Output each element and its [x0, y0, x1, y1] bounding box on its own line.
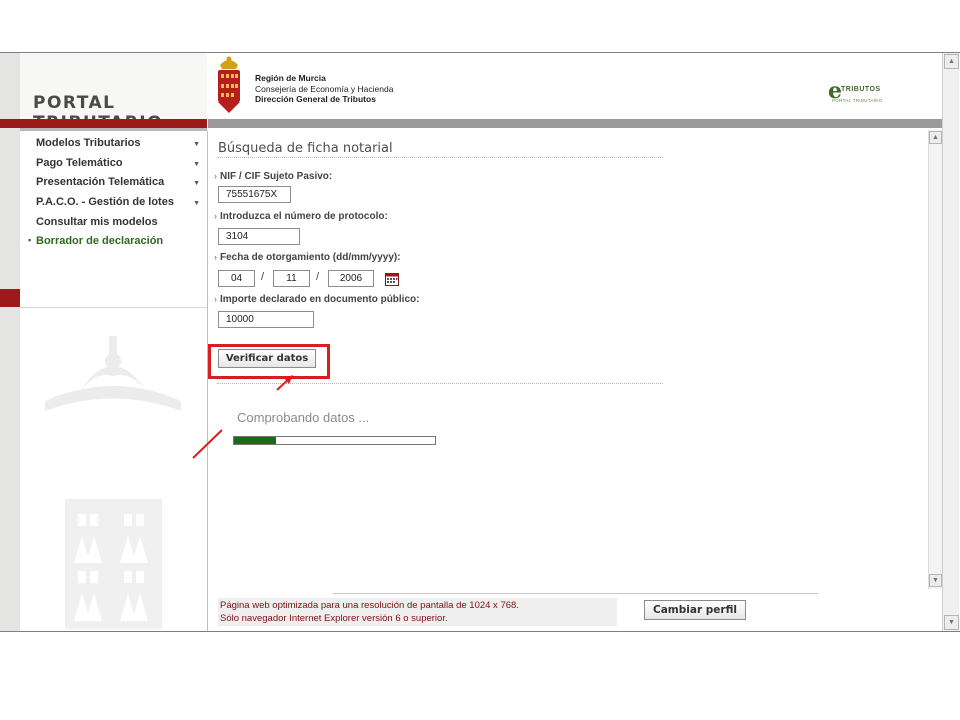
- amount-label: › Importe declarado en documento público:: [214, 294, 420, 305]
- protocol-field[interactable]: [218, 228, 300, 245]
- sidebar-item-paco[interactable]: P.A.C.O. - Gestión de lotes ▼: [36, 196, 206, 216]
- verify-data-button[interactable]: Verificar datos: [218, 349, 316, 368]
- portal-header-left: PORTAL TRIBUTARIO: [0, 53, 207, 631]
- content-scrollbar[interactable]: ▲ ▼: [928, 130, 942, 589]
- nif-field[interactable]: [218, 186, 291, 203]
- status-text: Comprobando datos ...: [237, 410, 370, 425]
- sidebar-item-label: Pago Telemático: [36, 156, 123, 169]
- date-label: › Fecha de otorgamiento (dd/mm/yyyy):: [214, 252, 401, 263]
- scroll-down-icon[interactable]: ▼: [929, 574, 942, 587]
- date-day-field[interactable]: [218, 270, 255, 287]
- brand-subtext: PORTAL TRIBUTARIO: [832, 98, 883, 103]
- sidebar-item-pago-telematico[interactable]: Pago Telemático ▼: [36, 157, 206, 177]
- footer-note: Página web optimizada para una resolució…: [218, 598, 617, 626]
- sidebar-item-borrador[interactable]: Borrador de declaración: [28, 235, 206, 255]
- calendar-icon[interactable]: [385, 272, 399, 286]
- brand-text: TRIBUTOS: [841, 86, 881, 93]
- sidebar-item-label: Consultar mis modelos: [36, 215, 158, 228]
- murcia-crest-icon: [218, 56, 240, 113]
- active-item-marker: [0, 289, 20, 307]
- section-divider: [217, 383, 663, 384]
- arrow-right-icon: ›: [214, 171, 217, 181]
- org-line-2: Consejería de Economía y Hacienda: [255, 83, 394, 94]
- crest-watermark: [45, 336, 181, 629]
- org-line-3: Dirección General de Tributos: [255, 94, 376, 104]
- title-divider: [217, 157, 663, 158]
- page-title: Búsqueda de ficha notarial: [218, 141, 393, 156]
- sidebar-divider: [20, 307, 207, 308]
- scroll-down-icon[interactable]: ▼: [944, 615, 959, 630]
- header-gray-bar: [208, 119, 942, 128]
- chevron-down-icon: ▼: [193, 160, 200, 168]
- sidebar-item-modelos-tributarios[interactable]: Modelos Tributarios ▼: [36, 137, 206, 157]
- arrow-right-icon: ›: [214, 252, 217, 262]
- organization-name: Región de Murcia Consejería de Economía …: [255, 73, 393, 105]
- sidebar-item-label: Presentación Telemática: [36, 176, 165, 189]
- footer-divider: [333, 593, 818, 594]
- nif-label: › NIF / CIF Sujeto Pasivo:: [214, 171, 333, 182]
- date-year-field[interactable]: [328, 270, 374, 287]
- sidebar-item-presentacion-telematica[interactable]: Presentación Telemática ▼: [36, 176, 206, 196]
- sidebar-menu: Modelos Tributarios ▼ Pago Telemático ▼ …: [28, 137, 206, 255]
- footer-note-line-1: Página web optimizada para una resolució…: [220, 600, 519, 611]
- sidebar-item-consultar-modelos[interactable]: Consultar mis modelos: [36, 216, 206, 236]
- portal-header: Región de Murcia Consejería de Economía …: [208, 53, 942, 119]
- date-separator: /: [261, 271, 265, 283]
- scroll-up-icon[interactable]: ▲: [944, 54, 959, 69]
- progress-bar: [233, 436, 436, 445]
- protocol-label: › Introduzca el número de protocolo:: [214, 211, 388, 222]
- chevron-down-icon: ▼: [193, 141, 200, 148]
- scroll-up-icon[interactable]: ▲: [929, 131, 942, 144]
- chevron-down-icon: ▼: [193, 200, 200, 208]
- arrow-right-icon: ›: [214, 294, 217, 304]
- search-form-panel: Búsqueda de ficha notarial › NIF / CIF Su…: [208, 130, 928, 588]
- progress-bar-fill: [234, 437, 277, 444]
- footer-note-line-2: Sólo navegador Internet Explorer versión…: [220, 612, 448, 624]
- chevron-down-icon: ▼: [193, 180, 200, 188]
- arrow-right-icon: ›: [214, 211, 217, 221]
- sidebar-item-label: Modelos Tributarios: [36, 137, 141, 149]
- date-month-field[interactable]: [273, 270, 310, 287]
- browser-frame: PORTAL TRIBUTARIO Modelos Tributarios ▼ …: [0, 52, 960, 632]
- change-profile-button[interactable]: Cambiar perfil: [644, 600, 746, 620]
- org-line-1: Región de Murcia: [255, 73, 326, 83]
- amount-field[interactable]: [218, 311, 314, 328]
- e-tributos-logo: e TRIBUTOS PORTAL TRIBUTARIO: [828, 78, 882, 114]
- page-scrollbar[interactable]: ▲ ▼: [942, 53, 959, 631]
- sidebar-item-label: Borrador de declaración: [36, 235, 164, 248]
- sidebar-item-label: P.A.C.O. - Gestión de lotes: [36, 196, 174, 209]
- header-red-bar: [0, 119, 207, 128]
- date-separator: /: [316, 271, 320, 283]
- sidebar: Modelos Tributarios ▼ Pago Telemático ▼ …: [0, 131, 208, 631]
- sidebar-stripe: [0, 131, 20, 631]
